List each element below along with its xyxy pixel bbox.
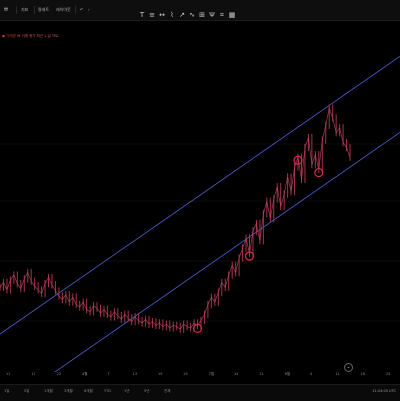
range-button[interactable]: 전체 <box>164 389 170 394</box>
price-chart[interactable] <box>0 21 400 372</box>
drawing-tool-4[interactable]: ↗ <box>178 11 186 19</box>
time-tick: 8월 <box>284 372 291 376</box>
range-button[interactable]: 6개월 <box>84 389 93 394</box>
go-to-latest-button[interactable]: ⌄ <box>344 363 353 372</box>
divider <box>34 6 35 14</box>
undo-icon[interactable]: ↶ <box>80 0 83 20</box>
time-tick: 19 <box>158 372 163 376</box>
time-tick: 13 <box>132 372 138 376</box>
price-line <box>0 106 351 330</box>
drawing-tool-1[interactable]: ≡ <box>148 11 156 19</box>
channel-lower-line <box>54 132 400 372</box>
redo-icon[interactable]: › <box>88 0 90 20</box>
time-tick: 25 <box>386 372 391 376</box>
time-tick: 7 <box>107 372 110 376</box>
range-button[interactable]: 5년 <box>144 389 149 394</box>
range-button[interactable]: 1개월 <box>44 389 53 394</box>
time-tick: 18 <box>360 372 366 376</box>
drawing-tool-6[interactable]: ⊞ <box>198 11 206 19</box>
time-axis: 11 17 23 4월 7 13 19 25 7월 14 21 8월 4 11 18 25 <box>0 372 400 378</box>
range-button[interactable]: 3개월 <box>64 389 73 394</box>
layout-button[interactable]: 레이아웃 <box>56 0 71 20</box>
drawing-tool-0[interactable]: T <box>138 11 146 19</box>
bottom-bar: 11:24:05 UTC 1일 5일 1개월 3개월 6개월 YTD 1년 5년 전체 <box>0 384 400 401</box>
drawing-tool-9[interactable]: ▦ <box>228 11 236 19</box>
channel-upper-line <box>0 55 400 335</box>
time-tick: 11 <box>335 372 340 376</box>
drawing-tool-5[interactable]: ∿ <box>188 11 196 19</box>
drawing-toolbar: T ≡ ↔ ⌇ ↗ ∿ ⊞ Ψ ⌗ ▦ <box>138 10 236 20</box>
time-tick: 4 <box>310 372 313 376</box>
divider <box>16 6 17 14</box>
time-tick: 17 <box>31 372 36 376</box>
drawing-tool-7[interactable]: Ψ <box>208 11 216 19</box>
range-button[interactable]: 1일 <box>4 389 9 394</box>
time-tick: 25 <box>183 372 188 376</box>
time-tick: 21 <box>259 372 264 376</box>
drawing-tool-3[interactable]: ⌇ <box>168 11 176 19</box>
time-tick: 11 <box>6 372 11 376</box>
drawing-tool-8[interactable]: ⌗ <box>218 11 226 19</box>
divider <box>75 6 76 14</box>
indicators-button[interactable]: 지표 <box>21 0 28 20</box>
range-button[interactable]: YTD <box>104 389 111 393</box>
drawing-tool-2[interactable]: ↔ <box>158 11 166 19</box>
range-button[interactable]: 5일 <box>24 389 29 394</box>
time-tick: 4월 <box>82 372 88 376</box>
time-tick: 23 <box>56 372 62 376</box>
clock: 11:24:05 UTC <box>372 389 396 393</box>
time-tick: 7월 <box>208 372 215 376</box>
range-button[interactable]: 1년 <box>124 389 129 394</box>
palette-button[interactable]: 팔레트 <box>38 0 49 20</box>
time-tick: 14 <box>234 372 239 376</box>
symbol-label[interactable]: ₩ <box>4 0 8 20</box>
